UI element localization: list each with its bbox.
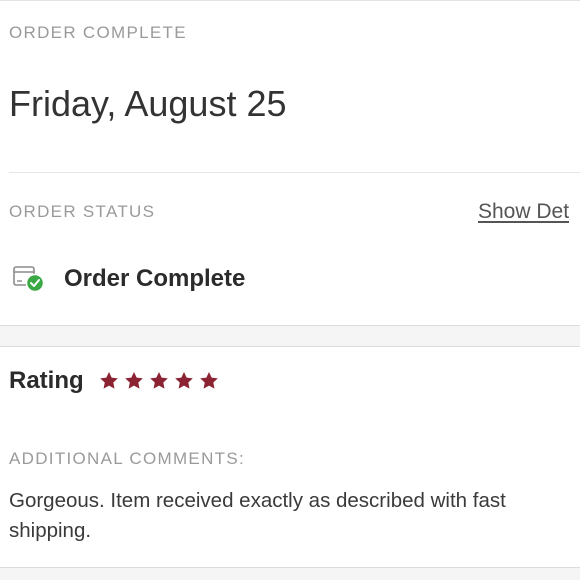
order-summary-section: ORDER COMPLETE Friday, August 25 ORDER S… bbox=[0, 0, 580, 325]
order-date-heading: Friday, August 25 bbox=[9, 83, 287, 124]
rating-row: Rating bbox=[9, 367, 223, 395]
star-rating bbox=[98, 370, 223, 392]
rating-label: Rating bbox=[9, 367, 84, 394]
order-status-text: Order Complete bbox=[64, 265, 246, 292]
divider bbox=[9, 172, 580, 173]
review-section: Rating ADDITIONAL COMMENTS: Gorgeous. It… bbox=[0, 347, 580, 567]
star-icon bbox=[174, 372, 193, 389]
star-icon bbox=[149, 372, 168, 389]
star-icon bbox=[199, 372, 218, 389]
section-separator bbox=[0, 567, 580, 580]
order-status-label: ORDER STATUS bbox=[9, 202, 156, 221]
star-icon bbox=[124, 372, 143, 389]
additional-comments-label: ADDITIONAL COMMENTS: bbox=[9, 449, 245, 468]
package-check-icon bbox=[12, 262, 46, 296]
review-comment-text: Gorgeous. Item received exactly as descr… bbox=[9, 489, 506, 542]
show-details-link[interactable]: Show Det bbox=[478, 200, 569, 224]
star-icon bbox=[99, 372, 118, 389]
order-complete-label: ORDER COMPLETE bbox=[9, 23, 187, 42]
order-detail-page: ORDER COMPLETE Friday, August 25 ORDER S… bbox=[0, 0, 580, 580]
order-status-row: Order Complete bbox=[12, 261, 245, 297]
section-separator bbox=[0, 325, 580, 347]
